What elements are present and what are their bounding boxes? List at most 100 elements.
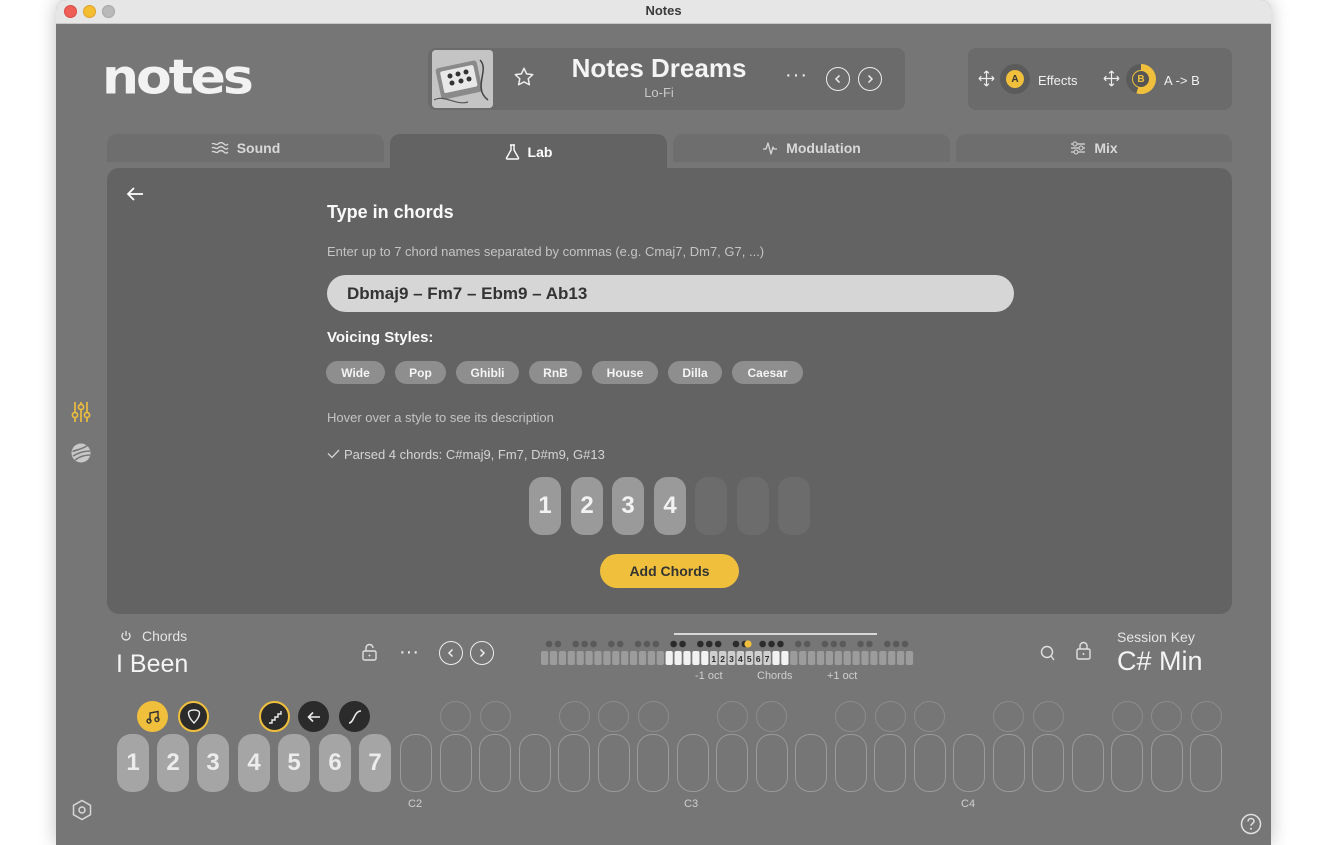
mini-white-key xyxy=(647,651,655,665)
note-pad[interactable] xyxy=(637,734,669,792)
chord-slot-6[interactable] xyxy=(737,477,769,535)
note-pad[interactable] xyxy=(676,734,709,792)
tab-modulation[interactable]: Modulation xyxy=(673,134,950,162)
lock-icon[interactable] xyxy=(1075,641,1092,660)
drag-move-icon[interactable] xyxy=(1103,70,1120,87)
chord-slot-2[interactable]: 2 xyxy=(571,477,603,535)
black-key-pad[interactable] xyxy=(914,701,946,732)
style-caesar-button[interactable]: Caesar xyxy=(732,361,803,384)
note-pad[interactable] xyxy=(953,734,985,792)
note-pad[interactable] xyxy=(558,734,590,792)
album-art[interactable] xyxy=(432,50,493,108)
black-key-pad[interactable] xyxy=(835,701,867,732)
note-mode-button[interactable] xyxy=(137,701,168,732)
note-pad[interactable] xyxy=(479,734,511,792)
black-key-pad[interactable] xyxy=(598,701,630,732)
preset-more-button[interactable]: ··· xyxy=(785,64,808,87)
note-pad[interactable] xyxy=(755,734,788,792)
mini-black-key xyxy=(883,640,891,648)
effect-a-badge[interactable]: A xyxy=(1000,64,1030,94)
direction-left-button[interactable] xyxy=(298,701,329,732)
chord-input[interactable] xyxy=(327,275,1014,312)
strum-steps-button[interactable] xyxy=(259,701,290,732)
black-key-pad[interactable] xyxy=(637,701,669,732)
preset-next-button[interactable] xyxy=(858,67,882,91)
curve-button[interactable] xyxy=(339,701,370,732)
black-key-pad[interactable] xyxy=(756,701,788,732)
chord-slot-7[interactable] xyxy=(778,477,810,535)
search-icon[interactable] xyxy=(1040,644,1056,662)
style-dilla-button[interactable]: Dilla xyxy=(668,361,722,384)
style-wide-button[interactable]: Wide xyxy=(326,361,385,384)
help-icon[interactable] xyxy=(1240,813,1262,835)
chord-slot-3[interactable]: 3 xyxy=(612,477,644,535)
note-pad[interactable] xyxy=(1150,734,1183,792)
black-key-pad[interactable] xyxy=(558,701,590,732)
chord-key-3[interactable]: 3 xyxy=(197,734,229,792)
chords-more-button[interactable]: ··· xyxy=(399,641,419,664)
tab-label: Mix xyxy=(1094,140,1118,156)
mini-white-key xyxy=(897,651,905,665)
chord-slot-4[interactable]: 4 xyxy=(654,477,686,535)
add-chords-button[interactable]: Add Chords xyxy=(600,554,739,588)
black-key-pad[interactable] xyxy=(479,701,511,732)
mini-white-key xyxy=(541,651,549,665)
note-pad[interactable] xyxy=(834,734,867,792)
parsed-status: Parsed 4 chords: C#maj9, Fm7, D#m9, G#13 xyxy=(327,447,605,462)
note-pad[interactable] xyxy=(1071,734,1104,792)
black-key-pad[interactable] xyxy=(1151,701,1183,732)
black-key-pad[interactable] xyxy=(1032,701,1064,732)
note-pad[interactable] xyxy=(1111,734,1143,792)
app-window: Notes notes Notes Dreams Lo-Fi ··· A Eff… xyxy=(56,0,1271,845)
black-key-pad[interactable] xyxy=(1190,701,1222,732)
note-pad[interactable] xyxy=(439,734,472,792)
session-key-value[interactable]: C# Min xyxy=(1117,646,1203,677)
chord-slot-5[interactable] xyxy=(695,477,727,535)
chord-key-4[interactable]: 4 xyxy=(238,734,270,792)
favorite-star-icon[interactable] xyxy=(513,66,535,92)
chord-key-5[interactable]: 5 xyxy=(278,734,310,792)
guitar-pick-button[interactable] xyxy=(178,701,209,732)
black-key-pad[interactable] xyxy=(1111,701,1143,732)
note-pad[interactable] xyxy=(913,734,946,792)
style-rnb-button[interactable]: RnB xyxy=(529,361,582,384)
black-key-pad[interactable] xyxy=(716,701,748,732)
sliders-vertical-icon[interactable] xyxy=(71,401,91,423)
lab-panel: Type in chords Enter up to 7 chord names… xyxy=(107,168,1232,614)
chord-key-1[interactable]: 1 xyxy=(117,734,149,792)
tab-mix[interactable]: Mix xyxy=(956,134,1232,162)
chord-key-7[interactable]: 7 xyxy=(359,734,391,792)
note-pad[interactable] xyxy=(597,734,630,792)
back-arrow-icon[interactable] xyxy=(125,186,145,202)
chords-next-button[interactable] xyxy=(470,641,494,665)
drag-move-icon[interactable] xyxy=(978,70,995,87)
note-pad[interactable] xyxy=(874,734,906,792)
globe-icon[interactable] xyxy=(70,442,92,464)
note-pad[interactable] xyxy=(795,734,827,792)
black-key-pad[interactable] xyxy=(993,701,1025,732)
power-icon[interactable] xyxy=(120,630,132,642)
chord-key-6[interactable]: 6 xyxy=(319,734,351,792)
preset-prev-button[interactable] xyxy=(826,67,850,91)
note-pad[interactable] xyxy=(992,734,1025,792)
style-house-button[interactable]: House xyxy=(592,361,658,384)
style-pop-button[interactable]: Pop xyxy=(395,361,446,384)
settings-hexagon-icon[interactable] xyxy=(71,799,93,821)
black-key-pad[interactable] xyxy=(874,701,906,732)
octave-label-c4: C4 xyxy=(961,798,976,810)
note-pad[interactable] xyxy=(716,734,748,792)
chord-key-2[interactable]: 2 xyxy=(157,734,189,792)
unlock-icon[interactable] xyxy=(361,643,378,661)
tab-lab[interactable]: Lab xyxy=(390,134,667,170)
note-pad[interactable] xyxy=(518,734,551,792)
note-pad[interactable] xyxy=(400,734,432,792)
octave-strip[interactable]: 1234567 xyxy=(539,632,1014,670)
chords-prev-button[interactable] xyxy=(439,641,463,665)
black-key-pad[interactable] xyxy=(440,701,472,732)
effect-b-badge[interactable]: B xyxy=(1126,64,1156,94)
note-pad[interactable] xyxy=(1190,734,1222,792)
note-pad[interactable] xyxy=(1032,734,1064,792)
style-ghibli-button[interactable]: Ghibli xyxy=(456,361,519,384)
chord-slot-1[interactable]: 1 xyxy=(529,477,561,535)
tab-sound[interactable]: Sound xyxy=(107,134,384,162)
